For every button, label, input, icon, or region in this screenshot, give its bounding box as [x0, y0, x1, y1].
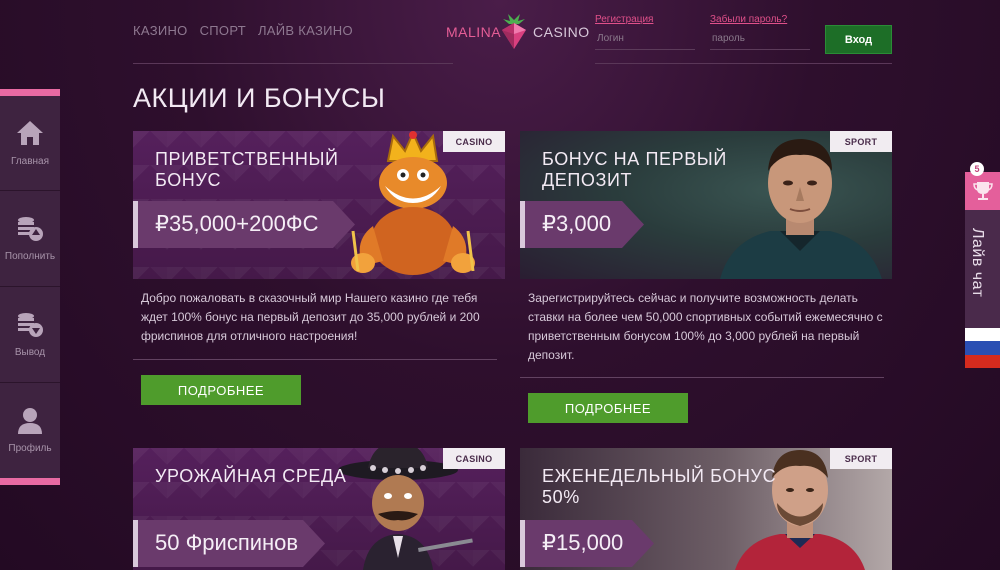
page-title: АКЦИИ И БОНУСЫ	[133, 83, 386, 113]
promo-card-first-deposit: SPORT БОНУС НА ПЕРВЫЙ ДЕПОЗИТ ₽3,000 Зар…	[520, 131, 892, 431]
promo-description: Добро пожаловать в сказочный мир Нашего …	[141, 291, 480, 343]
password-block: Забыли пароль?	[710, 14, 810, 50]
logo[interactable]: MALINA CASINO	[446, 10, 589, 54]
sidebar-item-label: Вывод	[14, 347, 46, 358]
auth-divider	[595, 63, 892, 64]
login-button[interactable]: Вход	[825, 25, 892, 54]
raspberry-logo-icon	[502, 14, 526, 49]
promo-amount: 50 Фриспинов	[155, 530, 299, 555]
promo-description: Зарегистрируйтесь сейчас и получите возм…	[528, 291, 883, 362]
login-input[interactable]	[595, 28, 695, 50]
forgot-password-link[interactable]: Забыли пароль?	[710, 14, 810, 28]
live-chat-tab[interactable]: Лайв чат	[965, 210, 1000, 328]
promo-title: ЕЖЕНЕДЕЛЬНЫЙ БОНУС 50%	[542, 466, 777, 507]
sidebar-item-home[interactable]: Главная	[0, 96, 60, 190]
withdraw-coins-icon	[18, 313, 43, 337]
card-divider	[520, 377, 884, 378]
main-nav: КАЗИНО СПОРТ ЛАЙВ КАЗИНО	[133, 23, 353, 38]
category-tag: SPORT	[830, 448, 892, 469]
promo-amount-ribbon: ₽35,000+200ФС	[133, 201, 355, 248]
promo-hero[interactable]: SPORT ЕЖЕНЕДЕЛЬНЫЙ БОНУС 50% ₽15,000	[520, 448, 892, 570]
nav-divider	[133, 63, 453, 64]
logo-word-casino: CASINO	[533, 24, 590, 40]
nav-sport[interactable]: СПОРТ	[200, 23, 246, 38]
sidebar-accent-top	[0, 89, 60, 96]
sidebar-accent-bottom	[0, 478, 60, 485]
promo-title: ПРИВЕТСТВЕННЫЙ БОНУС	[155, 149, 339, 190]
sidebar-item-profile[interactable]: Профиль	[0, 383, 60, 477]
flag-stripe	[965, 354, 1000, 368]
password-input[interactable]	[710, 28, 810, 50]
category-tag: SPORT	[830, 131, 892, 152]
nav-casino[interactable]: КАЗИНО	[133, 23, 188, 38]
promo-card-weekly-bonus: SPORT ЕЖЕНЕДЕЛЬНЫЙ БОНУС 50% ₽15,000	[520, 448, 892, 570]
promo-card-harvest-wednesday: CASINO УРОЖАЙНАЯ СРЕДА 50 Фриспинов	[133, 448, 505, 570]
promo-amount: ₽3,000	[542, 211, 612, 236]
promo-amount: ₽35,000+200ФС	[155, 211, 319, 236]
trophy-icon	[972, 182, 993, 200]
promo-card-welcome: CASINO ПРИВЕТСТВЕННЫЙ БОНУС ₽35,000+200Ф…	[133, 131, 505, 431]
promo-hero[interactable]: CASINO УРОЖАЙНАЯ СРЕДА 50 Фриспинов	[133, 448, 505, 570]
sidebar-item-withdraw[interactable]: Вывод	[0, 287, 60, 381]
sidebar-item-deposit[interactable]: Пополнить	[0, 191, 60, 285]
login-block: Регистрация	[595, 14, 695, 50]
sidebar-item-label: Пополнить	[4, 251, 56, 262]
language-flag[interactable]	[965, 328, 1000, 368]
left-sidebar: Главная Пополнить Вывод Профиль	[0, 89, 60, 485]
live-chat-label: Лайв чат	[969, 228, 986, 298]
promo-amount-ribbon: 50 Фриспинов	[133, 520, 325, 567]
sidebar-item-label: Профиль	[8, 443, 52, 454]
promo-title: УРОЖАЙНАЯ СРЕДА	[155, 466, 347, 486]
card-divider	[133, 359, 497, 360]
logo-word-malina: MALINA	[446, 24, 502, 40]
home-icon	[17, 121, 43, 145]
nav-live-casino[interactable]: ЛАЙВ КАЗИНО	[258, 23, 353, 38]
trophy-tab[interactable]	[965, 172, 1000, 210]
flag-stripe	[965, 341, 1000, 355]
user-icon	[18, 408, 42, 434]
sidebar-item-label: Главная	[10, 156, 50, 167]
promo-hero[interactable]: SPORT БОНУС НА ПЕРВЫЙ ДЕПОЗИТ ₽3,000	[520, 131, 892, 279]
promo-title: БОНУС НА ПЕРВЫЙ ДЕПОЗИТ	[542, 149, 727, 190]
promo-amount-ribbon: ₽15,000	[520, 520, 654, 567]
promo-hero[interactable]: CASINO ПРИВЕТСТВЕННЫЙ БОНУС ₽35,000+200Ф…	[133, 131, 505, 279]
category-tag: CASINO	[443, 131, 505, 152]
deposit-coins-icon	[18, 217, 43, 241]
notification-badge: 5	[970, 162, 984, 176]
more-details-button[interactable]: ПОДРОБНЕЕ	[528, 393, 688, 423]
promo-amount: ₽15,000	[542, 530, 624, 555]
category-tag: CASINO	[443, 448, 505, 469]
more-details-button[interactable]: ПОДРОБНЕЕ	[141, 375, 301, 405]
promo-amount-ribbon: ₽3,000	[520, 201, 644, 248]
register-link[interactable]: Регистрация	[595, 14, 695, 28]
flag-stripe	[965, 328, 1000, 342]
